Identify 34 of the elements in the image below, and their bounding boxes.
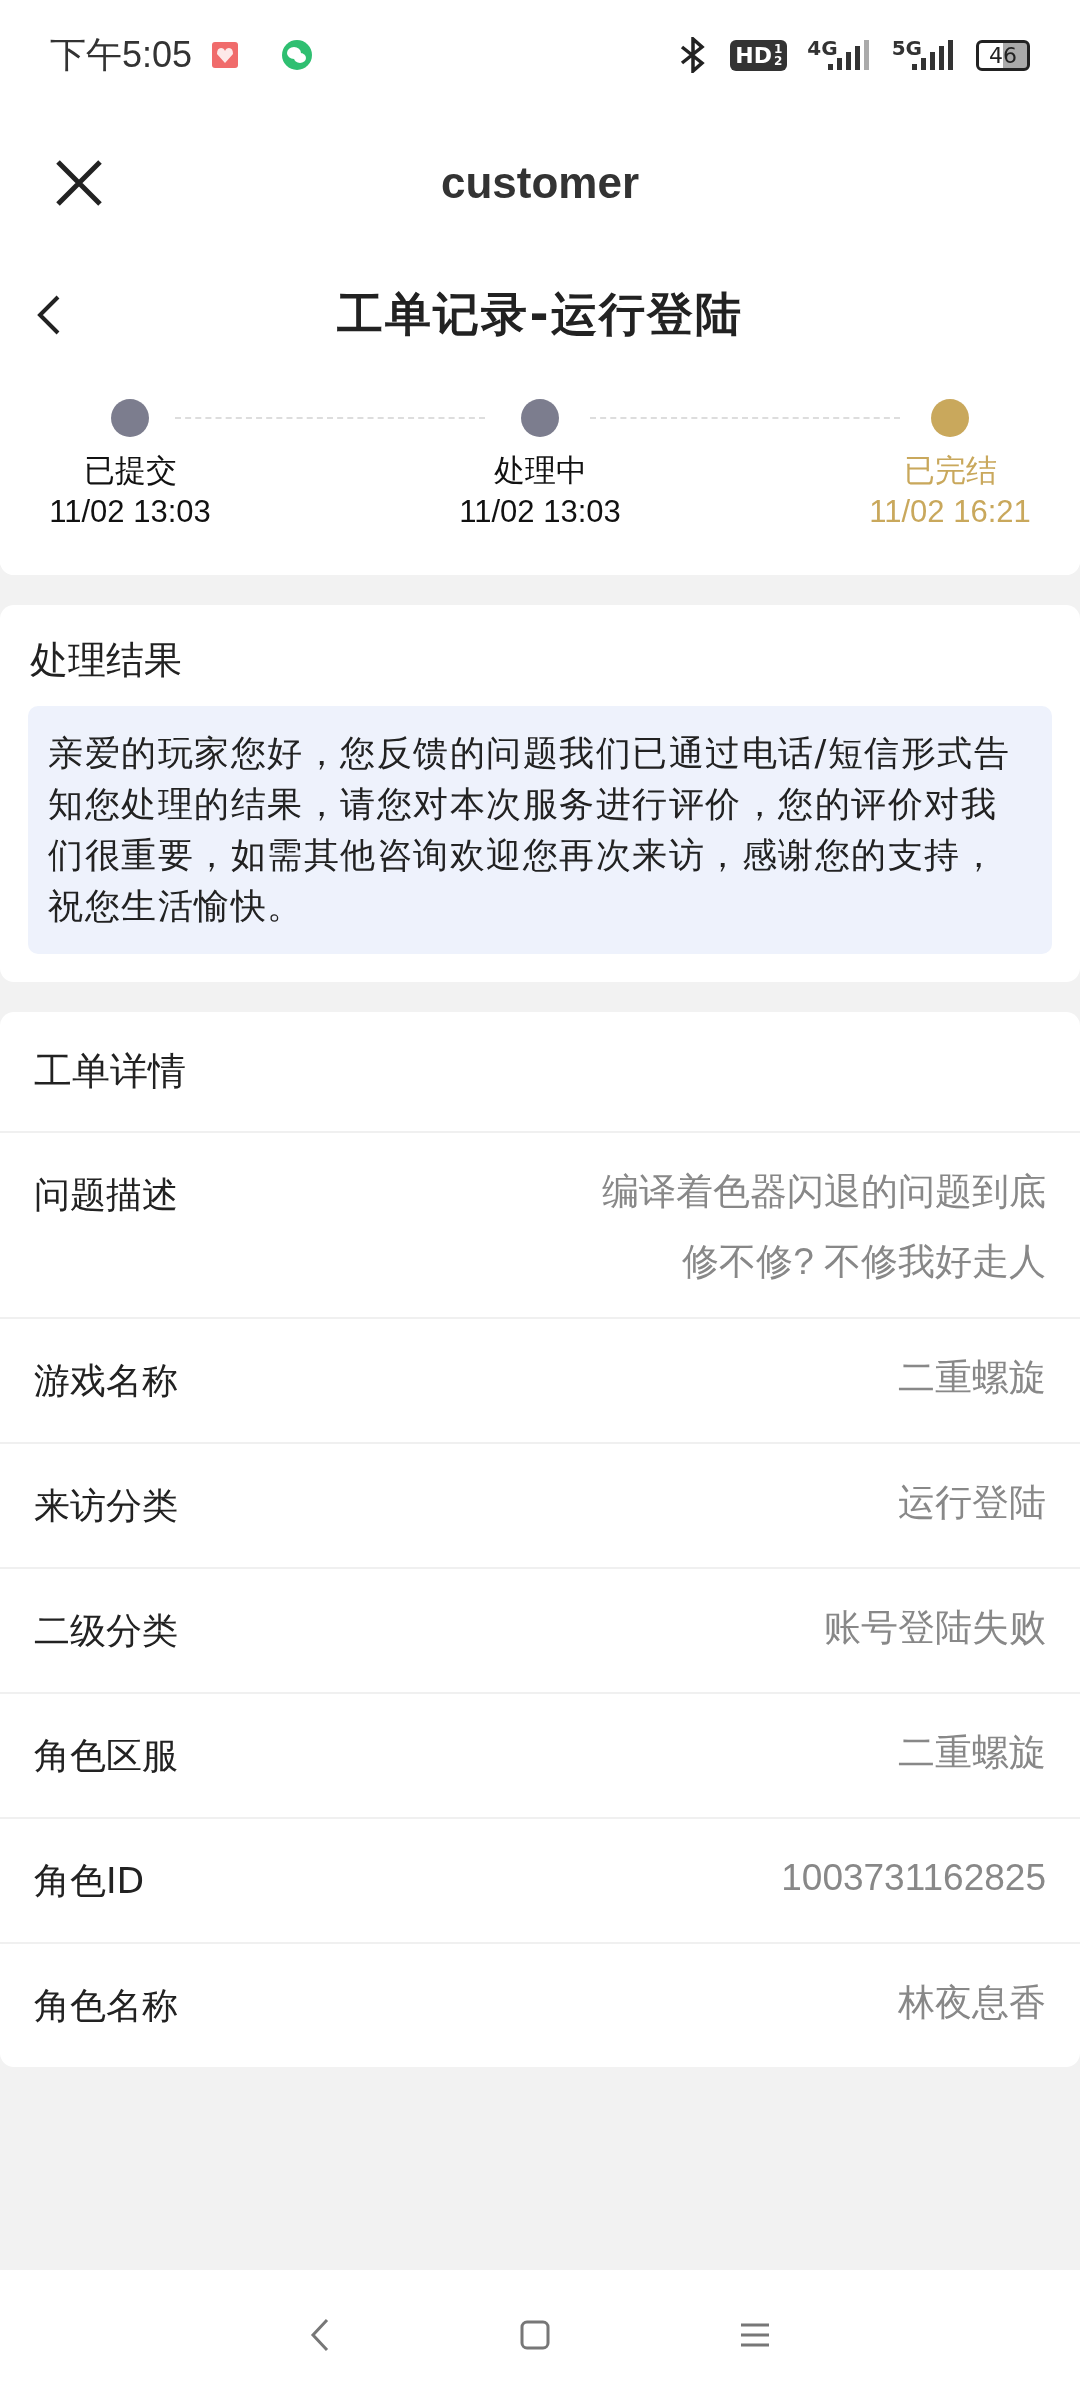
field-label: 问题描述 (34, 1173, 178, 1217)
battery-indicator: 46 (976, 39, 1030, 71)
step-time: 11/02 16:21 (869, 493, 1031, 531)
field-label: 来访分类 (34, 1484, 178, 1528)
app-notification-icon (212, 42, 239, 68)
field-label: 二级分类 (34, 1609, 178, 1653)
chat-app-icon (282, 40, 313, 70)
section-title: 工单详情 (0, 1012, 1080, 1133)
result-message: 亲爱的玩家您好，您反馈的问题我们已通过电话/短信形式告知您处理的结果，请您对本次服务进行评价，您的评价对我们很重要，如需其他咨询欢迎您再次来访，感谢您的支持，祝您生活愉快。 (28, 706, 1052, 954)
step-label: 已完结 (903, 451, 997, 490)
menu-nav-icon[interactable] (740, 2322, 770, 2348)
back-nav-icon[interactable] (310, 2317, 330, 2353)
field-label: 角色区服 (34, 1734, 178, 1778)
field-value: 二重螺旋 (898, 1731, 1046, 1775)
field-value: 林夜息香 (898, 1981, 1046, 2025)
status-time: 下午5:05 (50, 32, 193, 77)
field-value: 1003731162825 (781, 1856, 1046, 1900)
network-label: 4G (807, 36, 838, 60)
field-value: 运行登陆 (898, 1481, 1046, 1525)
app-title: customer (440, 157, 640, 208)
step-time: 11/02 13:03 (49, 493, 211, 531)
field-label: 角色ID (34, 1859, 145, 1903)
step-time: 11/02 13:03 (459, 493, 621, 531)
field-label: 角色名称 (34, 1984, 178, 2028)
field-value: 二重螺旋 (898, 1356, 1046, 1400)
section-title: 处理结果 (29, 637, 183, 684)
page-title: 工单记录-运行登陆 (337, 286, 743, 343)
step-label: 已提交 (83, 451, 177, 490)
network-label: 5G (891, 36, 922, 60)
step-label: 处理中 (493, 451, 587, 490)
field-value: 编译着色器闪退的问题到底修不修? 不修我好走人 (601, 1170, 1046, 1284)
field-label: 游戏名称 (34, 1359, 178, 1403)
home-nav-icon[interactable] (520, 2320, 550, 2350)
field-value: 账号登陆失败 (824, 1606, 1046, 1650)
